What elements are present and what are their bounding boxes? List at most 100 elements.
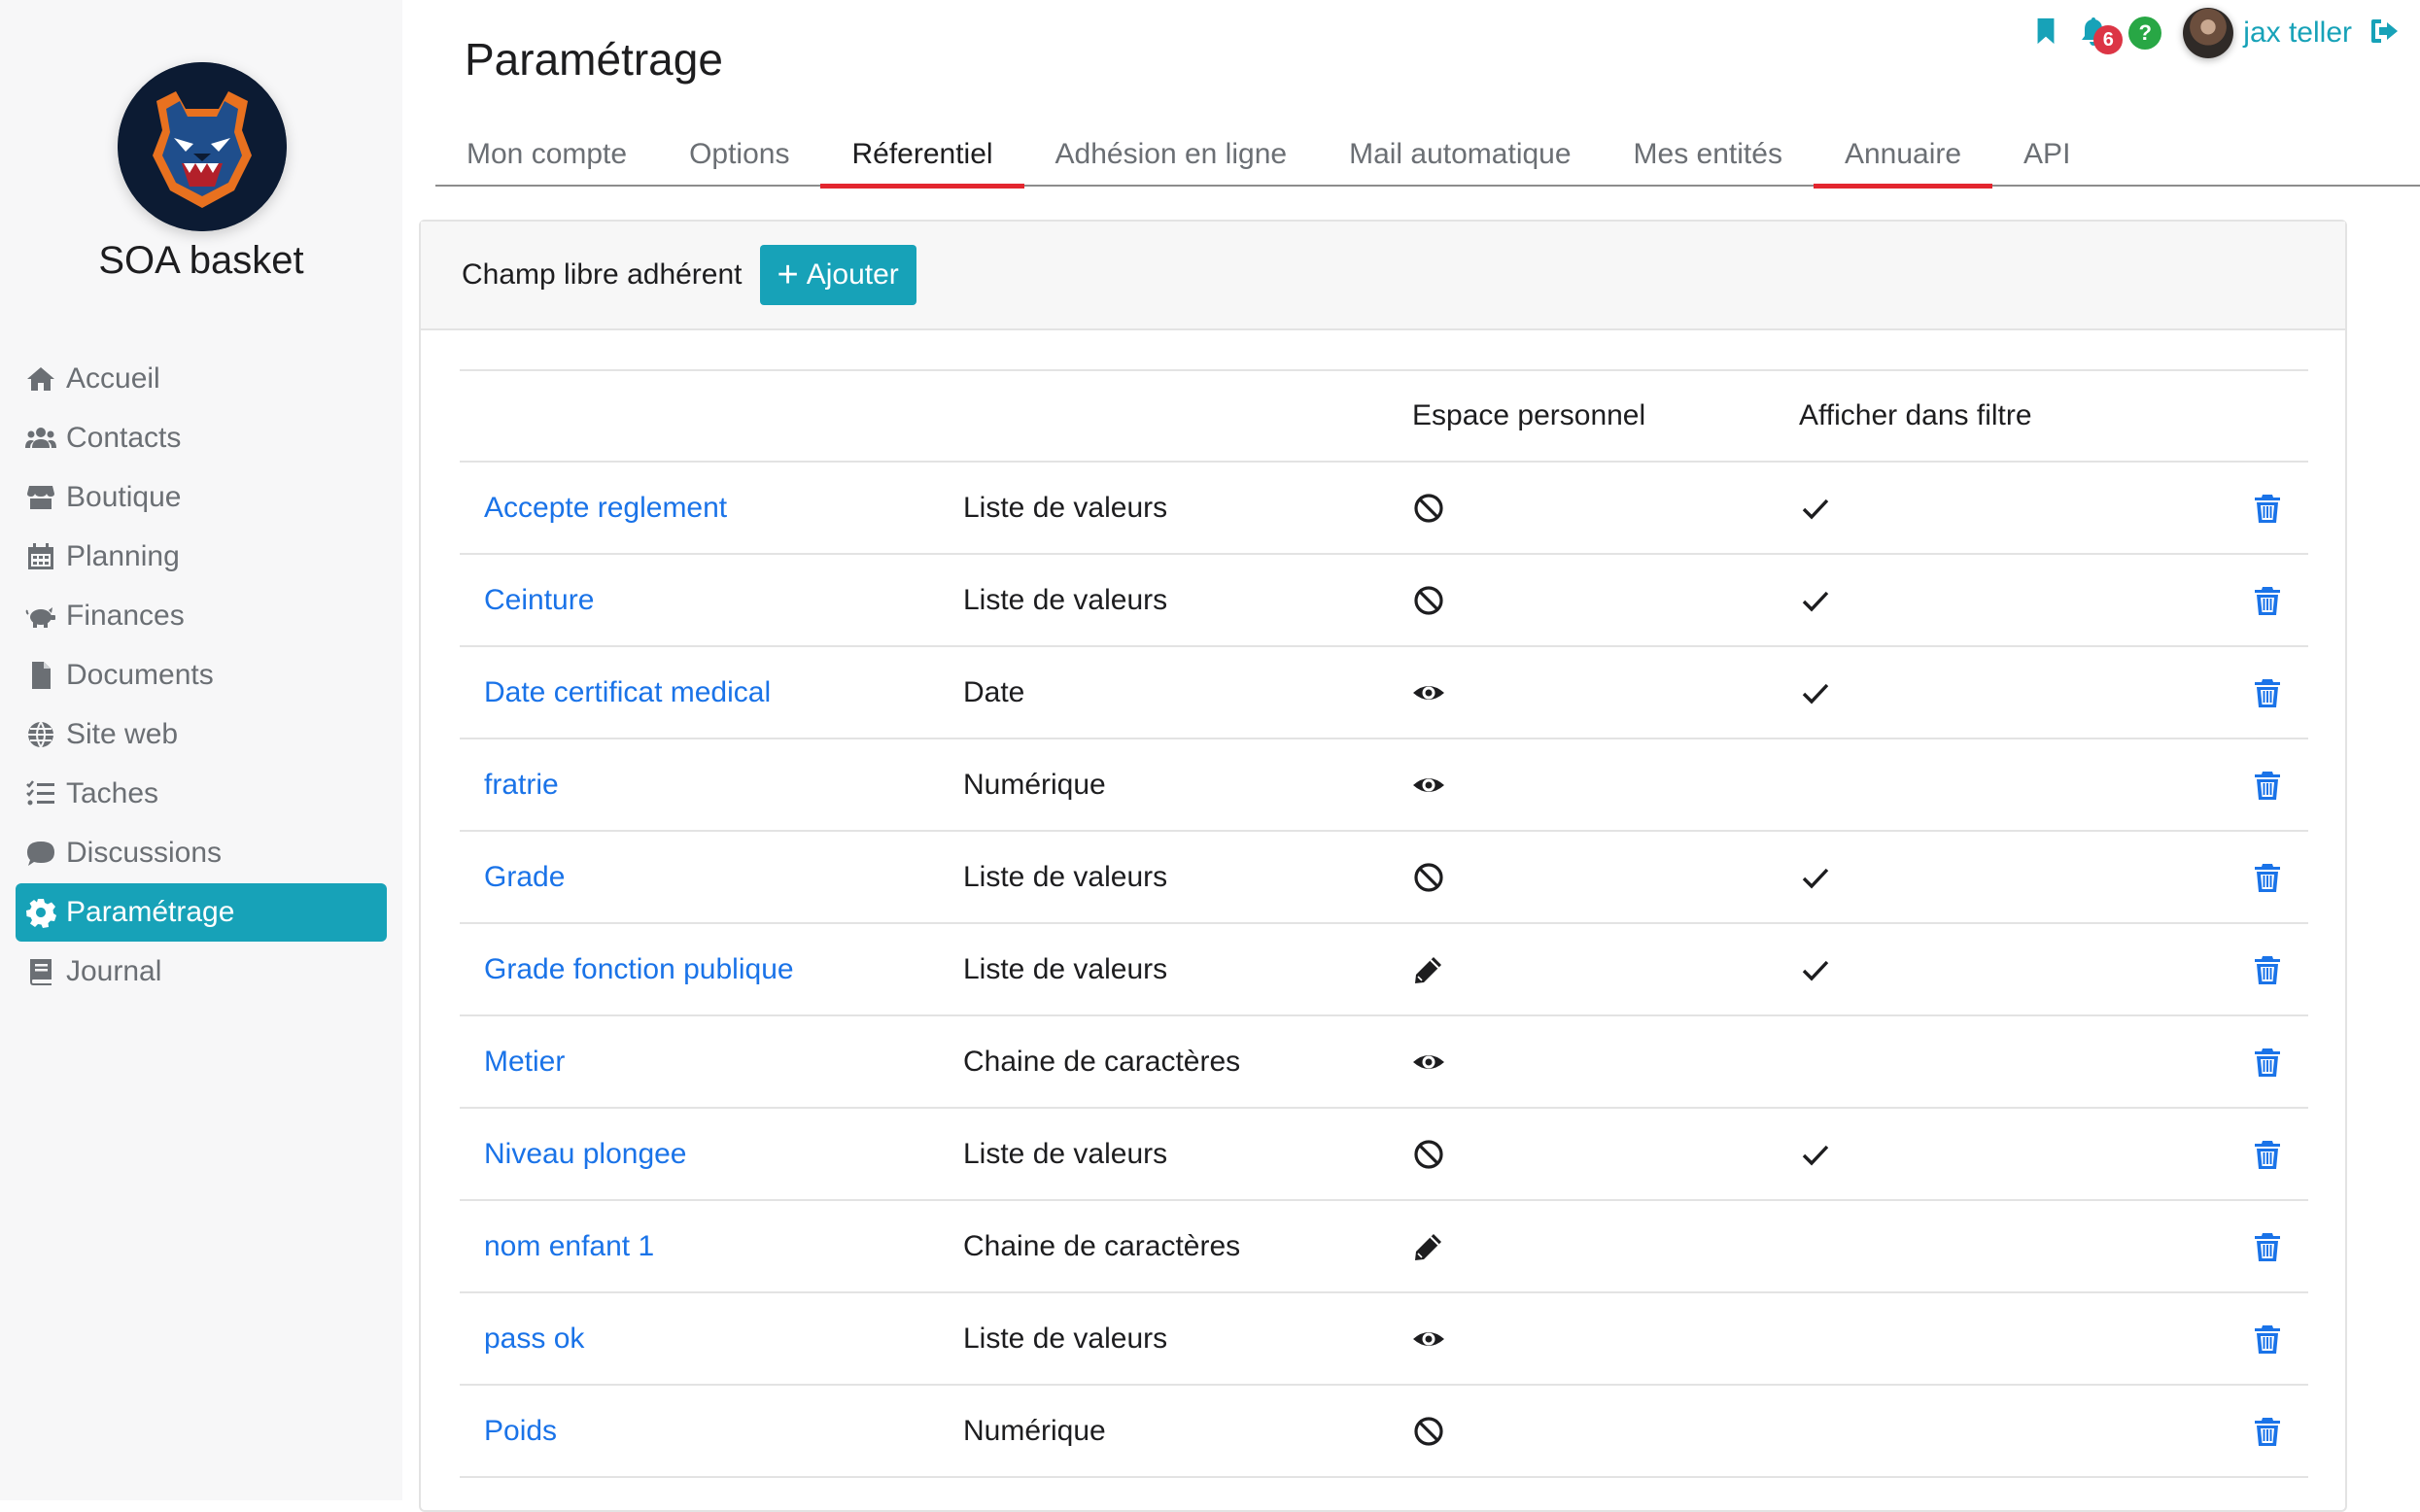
espace-personnel-cell bbox=[1412, 676, 1799, 709]
sidebar-item-journal[interactable]: Journal bbox=[16, 943, 387, 1001]
field-name-link[interactable]: Grade fonction publique bbox=[484, 953, 794, 985]
espace-personnel-cell bbox=[1412, 1138, 1799, 1171]
comment-icon bbox=[23, 836, 58, 871]
afficher-dans-filtre-cell bbox=[1799, 676, 2227, 709]
help-button[interactable]: ? bbox=[2128, 17, 2162, 50]
field-name-link[interactable]: Ceinture bbox=[484, 584, 594, 616]
trash-icon[interactable] bbox=[2253, 1047, 2282, 1078]
trash-icon[interactable] bbox=[2253, 1139, 2282, 1170]
username-link[interactable]: jax teller bbox=[2243, 17, 2352, 50]
logout-icon[interactable] bbox=[2369, 16, 2401, 52]
trash-icon[interactable] bbox=[2253, 493, 2282, 524]
field-type-cell: Liste de valeurs bbox=[963, 491, 1168, 524]
sidebar-item-parametrage[interactable]: Paramétrage bbox=[16, 883, 387, 942]
tab-api[interactable]: API bbox=[1992, 132, 2101, 187]
field-name-link[interactable]: Metier bbox=[484, 1046, 565, 1078]
sidebar-item-label: Finances bbox=[66, 600, 185, 632]
sidebar-item-discussions[interactable]: Discussions bbox=[16, 824, 387, 882]
tab-options[interactable]: Options bbox=[658, 132, 820, 187]
ban-icon bbox=[1412, 861, 1799, 894]
check-icon bbox=[1799, 676, 2227, 709]
gear-icon bbox=[23, 895, 58, 930]
check-icon bbox=[1799, 953, 2227, 986]
check-icon bbox=[1799, 861, 2227, 894]
tasks-icon bbox=[23, 776, 58, 811]
trash-icon[interactable] bbox=[2253, 1231, 2282, 1262]
tab-mon-compte[interactable]: Mon compte bbox=[435, 132, 658, 187]
sidebar-item-site-web[interactable]: Site web bbox=[16, 705, 387, 764]
field-name-link[interactable]: Grade bbox=[484, 861, 565, 893]
field-type-cell: Numérique bbox=[963, 1414, 1106, 1447]
field-name-link[interactable]: Poids bbox=[484, 1415, 557, 1447]
sidebar-item-label: Planning bbox=[66, 540, 180, 572]
trash-icon[interactable] bbox=[2253, 1323, 2282, 1355]
tab-referentiel[interactable]: Réferentiel bbox=[820, 132, 1024, 189]
field-name-link[interactable]: fratrie bbox=[484, 769, 559, 801]
espace-personnel-cell bbox=[1412, 584, 1799, 617]
tab-mail-automatique[interactable]: Mail automatique bbox=[1318, 132, 1602, 187]
actions-cell bbox=[2227, 862, 2308, 893]
sidebar-item-label: Journal bbox=[66, 955, 162, 987]
sidebar-item-documents[interactable]: Documents bbox=[16, 646, 387, 704]
trash-icon[interactable] bbox=[2253, 954, 2282, 985]
card-header: Champ libre adhérent + Ajouter bbox=[421, 222, 2345, 330]
notifications-button[interactable]: 6 bbox=[2078, 16, 2124, 54]
afficher-dans-filtre-cell bbox=[1799, 1138, 2227, 1171]
trash-icon[interactable] bbox=[2253, 770, 2282, 801]
tab-adhesion-en-ligne[interactable]: Adhésion en ligne bbox=[1024, 132, 1319, 187]
club-name: SOA basket bbox=[98, 239, 304, 282]
sidebar: SOA basket Accueil Contacts Boutique Pla… bbox=[0, 0, 402, 1500]
sidebar-item-contacts[interactable]: Contacts bbox=[16, 409, 387, 467]
field-type-cell: Liste de valeurs bbox=[963, 860, 1168, 893]
trash-icon[interactable] bbox=[2253, 585, 2282, 616]
field-name-link[interactable]: Accepte reglement bbox=[484, 492, 727, 524]
field-name-cell: pass ok bbox=[460, 1323, 963, 1356]
sidebar-item-finances[interactable]: Finances bbox=[16, 587, 387, 645]
afficher-dans-filtre-cell bbox=[1799, 584, 2227, 617]
bookmark-icon[interactable] bbox=[2031, 17, 2060, 51]
field-name-cell: Grade fonction publique bbox=[460, 953, 963, 986]
tab-mes-entites[interactable]: Mes entités bbox=[1603, 132, 1814, 187]
field-name-link[interactable]: pass ok bbox=[484, 1323, 584, 1355]
sidebar-item-label: Contacts bbox=[66, 422, 182, 454]
trash-icon[interactable] bbox=[2253, 1416, 2282, 1447]
actions-cell bbox=[2227, 585, 2308, 616]
sidebar-item-taches[interactable]: Taches bbox=[16, 765, 387, 823]
field-name-cell: Date certificat medical bbox=[460, 676, 963, 709]
field-name-cell: Poids bbox=[460, 1415, 963, 1448]
espace-personnel-cell bbox=[1412, 1230, 1799, 1263]
sidebar-item-accueil[interactable]: Accueil bbox=[16, 350, 387, 408]
espace-personnel-cell bbox=[1412, 1046, 1799, 1079]
field-name-link[interactable]: Date certificat medical bbox=[484, 676, 771, 708]
actions-cell bbox=[2227, 1416, 2308, 1447]
field-name-link[interactable]: Niveau plongee bbox=[484, 1138, 687, 1170]
sidebar-item-boutique[interactable]: Boutique bbox=[16, 468, 387, 527]
piggy-bank-icon bbox=[23, 599, 58, 634]
settings-tabs: Mon compte Options Réferentiel Adhésion … bbox=[435, 132, 2420, 189]
field-name-cell: Accepte reglement bbox=[460, 492, 963, 525]
trash-icon[interactable] bbox=[2253, 862, 2282, 893]
sidebar-item-label: Taches bbox=[66, 777, 159, 809]
field-name-link[interactable]: nom enfant 1 bbox=[484, 1230, 654, 1262]
add-button[interactable]: + Ajouter bbox=[759, 245, 916, 305]
ban-icon bbox=[1412, 584, 1799, 617]
notification-count-badge: 6 bbox=[2093, 25, 2124, 54]
table-row: Niveau plongee Liste de valeurs bbox=[460, 1109, 2308, 1201]
tab-annuaire[interactable]: Annuaire bbox=[1813, 132, 1993, 189]
club-logo[interactable] bbox=[118, 62, 287, 231]
field-type-cell: Date bbox=[963, 675, 1025, 708]
actions-cell bbox=[2227, 493, 2308, 524]
avatar[interactable] bbox=[2183, 8, 2234, 58]
custom-fields-table: Espace personnel Afficher dans filtre Ac… bbox=[460, 369, 2308, 1478]
trash-icon[interactable] bbox=[2253, 677, 2282, 708]
check-icon bbox=[1799, 584, 2227, 617]
table-row: Metier Chaine de caractères bbox=[460, 1016, 2308, 1109]
user-toolbar: 6 ? jax teller bbox=[2031, 6, 2401, 60]
sidebar-item-planning[interactable]: Planning bbox=[16, 528, 387, 586]
espace-personnel-cell bbox=[1412, 1415, 1799, 1448]
book-icon bbox=[23, 954, 58, 989]
actions-cell bbox=[2227, 1047, 2308, 1078]
eye-icon bbox=[1412, 1046, 1799, 1079]
ban-icon bbox=[1412, 1415, 1799, 1448]
table-row: Accepte reglement Liste de valeurs bbox=[460, 463, 2308, 555]
